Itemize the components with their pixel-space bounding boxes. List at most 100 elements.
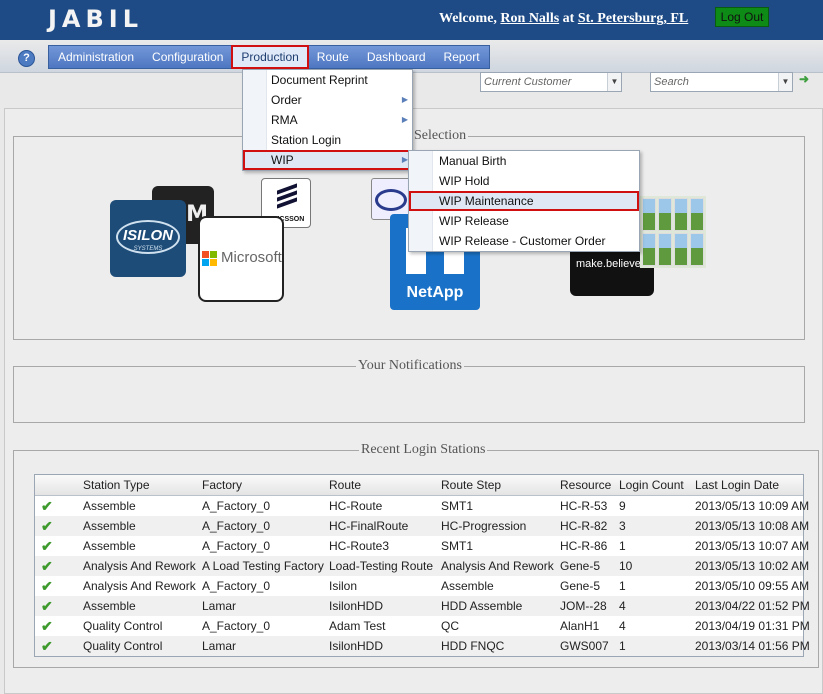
table-row[interactable]: ✔ Assemble A_Factory_0 HC-FinalRoute HC-Prog… [35, 516, 809, 536]
menu-configuration[interactable]: Configuration [143, 46, 232, 68]
table-header: Station Type Factory Route Route Step Re… [35, 475, 803, 496]
table-row[interactable]: ✔ Quality Control A_Factory_0 Adam Test QC Al… [35, 616, 810, 636]
menu-dashboard[interactable]: Dashboard [358, 46, 435, 68]
cell-route: HC-Route3 [329, 539, 390, 553]
col-factory[interactable]: Factory [202, 475, 242, 496]
chevron-down-icon[interactable]: ▼ [778, 73, 792, 91]
cell-last-login-date: 2013/05/10 09:55 AM [695, 579, 810, 593]
location-link[interactable]: St. Petersburg, FL [578, 11, 688, 26]
menu-item-wip-hold[interactable]: WIP Hold [409, 171, 639, 191]
menu-administration[interactable]: Administration [49, 46, 143, 68]
cell-login-count: 3 [619, 519, 626, 533]
search-input[interactable]: Search ▼ [650, 72, 793, 92]
checkmark-icon: ✔ [41, 538, 53, 554]
menu-production[interactable]: Production [231, 45, 309, 69]
col-resource[interactable]: Resource [560, 475, 611, 496]
cell-last-login-date: 2013/03/14 01:56 PM [695, 639, 810, 653]
col-last-login-date[interactable]: Last Login Date [695, 475, 779, 496]
current-customer-select[interactable]: Current Customer ▼ [480, 72, 622, 92]
photo-mosaic-logo[interactable] [640, 196, 706, 268]
menu-item-order-label: Order [271, 93, 302, 107]
cell-login-count: 1 [619, 639, 626, 653]
menu-item-rma[interactable]: RMA ▶ [243, 110, 412, 130]
cell-factory: A_Factory_0 [202, 619, 271, 633]
chevron-down-icon[interactable]: ▼ [607, 73, 621, 91]
cell-resource: JOM--28 [560, 599, 607, 613]
welcome-prefix: Welcome, [439, 11, 497, 26]
col-route[interactable]: Route [329, 475, 361, 496]
isilon-logo-sub: SYSTEMS [133, 246, 163, 252]
col-station-type[interactable]: Station Type [83, 475, 150, 496]
welcome-text: Welcome, Ron Nalls at St. Petersburg, FL [439, 11, 688, 27]
logout-button[interactable]: Log Out [715, 7, 769, 27]
cell-route-step: Analysis And Rework [441, 559, 554, 573]
checkmark-icon: ✔ [41, 598, 53, 614]
menu-report[interactable]: Report [435, 46, 489, 68]
cell-factory: A_Factory_0 [202, 539, 271, 553]
table-row[interactable]: ✔ Assemble Lamar IsilonHDD HDD Assemble JOM--… [35, 596, 810, 616]
chevron-right-icon: ▶ [401, 95, 408, 104]
menu-item-wip-maintenance[interactable]: WIP Maintenance [409, 191, 639, 211]
cell-route-step: QC [441, 619, 459, 633]
menu-item-wip[interactable]: WIP ▶ [243, 150, 412, 170]
top-header: JABIL Welcome, Ron Nalls at St. Petersbu… [0, 0, 823, 40]
cell-login-count: 1 [619, 539, 626, 553]
emblem-ring [375, 189, 407, 211]
cell-resource: HC-R-53 [560, 499, 608, 513]
menu-route[interactable]: Route [308, 46, 358, 68]
microsoft-logo[interactable]: Microsoft [198, 216, 284, 302]
cell-resource: Gene-5 [560, 559, 601, 573]
cell-last-login-date: 2013/04/19 01:31 PM [695, 619, 810, 633]
cell-last-login-date: 2013/04/22 01:52 PM [695, 599, 810, 613]
checkmark-icon: ✔ [41, 618, 53, 634]
menu-item-order[interactable]: Order ▶ [243, 90, 412, 110]
menu-item-wip-label: WIP [271, 153, 294, 167]
checkmark-icon: ✔ [41, 638, 53, 654]
table-row[interactable]: ✔ Quality Control Lamar IsilonHDD HDD FNQC GW… [35, 636, 810, 656]
col-login-count[interactable]: Login Count [619, 475, 684, 496]
table-body: ✔ Assemble A_Factory_0 HC-Route SMT1 HC-R-53 9… [35, 496, 810, 656]
menu-item-document-reprint[interactable]: Document Reprint [243, 70, 412, 90]
cell-last-login-date: 2013/05/13 10:02 AM [695, 559, 810, 573]
help-icon[interactable]: ? [18, 50, 35, 67]
cell-login-count: 1 [619, 579, 626, 593]
notifications-title: Your Notifications [356, 358, 464, 374]
table-row[interactable]: ✔ Assemble A_Factory_0 HC-Route SMT1 HC-R-53 9… [35, 496, 809, 516]
isilon-logo[interactable]: ISILON SYSTEMS [110, 200, 186, 277]
cell-resource: HC-R-86 [560, 539, 608, 553]
cell-station-type: Assemble [83, 519, 136, 533]
cell-station-type: Analysis And Rework [83, 579, 196, 593]
table-row[interactable]: ✔ Analysis And Rework A_Factory_0 Isilon Ass… [35, 576, 809, 596]
table-row[interactable]: ✔ Analysis And Rework A Load Testing Facto… [35, 556, 809, 576]
cell-last-login-date: 2013/05/13 10:07 AM [695, 539, 810, 553]
checkmark-icon: ✔ [41, 558, 53, 574]
cell-route-step: SMT1 [441, 499, 474, 513]
col-route-step[interactable]: Route Step [441, 475, 501, 496]
cell-resource: HC-R-82 [560, 519, 608, 533]
cell-route: Load-Testing Route [329, 559, 434, 573]
cell-route: IsilonHDD [329, 639, 384, 653]
cell-route: HC-Route [329, 499, 383, 513]
go-arrow-icon[interactable]: ➜ [799, 72, 813, 86]
ericsson-bars-icon [277, 183, 297, 209]
menu-item-wip-release[interactable]: WIP Release [409, 211, 639, 231]
recent-logins-table: Station Type Factory Route Route Step Re… [34, 474, 810, 657]
cell-station-type: Analysis And Rework [83, 559, 196, 573]
production-dropdown: Document Reprint Order ▶ RMA ▶ Station Log… [242, 69, 413, 171]
cell-route-step: HC-Progression [441, 519, 527, 533]
table-row[interactable]: ✔ Assemble A_Factory_0 HC-Route3 SMT1 HC-R-86… [35, 536, 809, 556]
user-name-link[interactable]: Ron Nalls [500, 11, 559, 26]
cell-station-type: Assemble [83, 499, 136, 513]
cell-route: Isilon [329, 579, 358, 593]
checkmark-icon: ✔ [41, 498, 53, 514]
notifications-group: Your Notifications [13, 358, 805, 423]
chevron-right-icon: ▶ [401, 115, 408, 124]
cell-route-step: HDD FNQC [441, 639, 505, 653]
cell-route: IsilonHDD [329, 599, 384, 613]
menu-item-rma-label: RMA [271, 113, 298, 127]
menu-item-manual-birth[interactable]: Manual Birth [409, 151, 639, 171]
menu-item-station-login[interactable]: Station Login [243, 130, 412, 150]
menu-item-wip-release-customer-order[interactable]: WIP Release - Customer Order [409, 231, 639, 251]
cell-login-count: 9 [619, 499, 626, 513]
isilon-logo-text: ISILON [122, 227, 173, 244]
